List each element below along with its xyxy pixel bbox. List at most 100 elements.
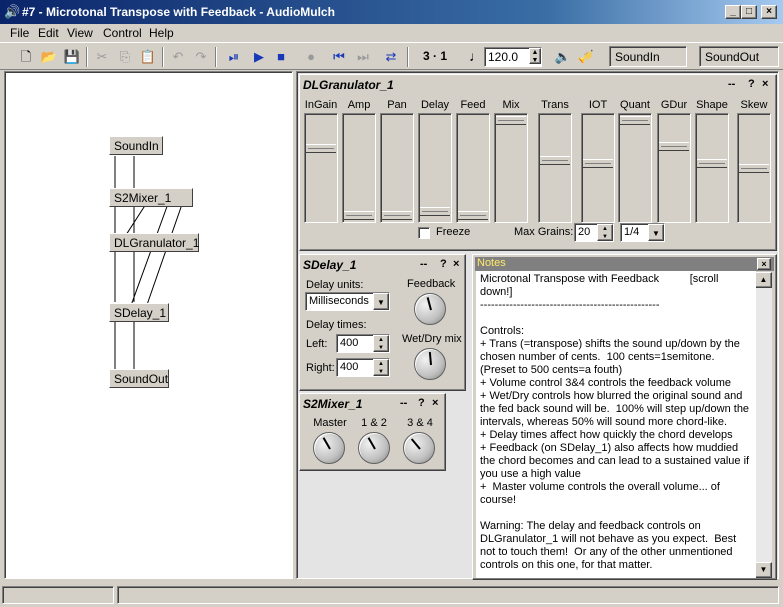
redo-icon[interactable]: ↷ — [190, 46, 212, 68]
quant-select-value: 1/4 — [624, 226, 640, 238]
slider-pan[interactable] — [380, 113, 414, 223]
input-device[interactable]: SoundIn — [609, 46, 687, 67]
slider-quant[interactable] — [618, 113, 652, 223]
tempo-spinner[interactable]: ▲ ▼ — [529, 48, 541, 64]
forward-icon[interactable]: ⏭ — [352, 46, 374, 68]
sdelay-close-button[interactable]: × — [453, 258, 459, 270]
rewind-icon[interactable]: ⏮ — [328, 46, 350, 68]
paste-icon[interactable]: 📋 — [137, 46, 159, 68]
delay-units-select[interactable]: Milliseconds ▼ — [305, 292, 390, 311]
copy-icon[interactable]: ⎘ — [114, 46, 136, 68]
save-icon[interactable]: 💾 — [61, 46, 83, 68]
mix12-knob[interactable] — [358, 432, 390, 464]
s2mixer-help-button[interactable]: ? — [418, 397, 425, 409]
s2mixer-close-button[interactable]: × — [432, 397, 438, 409]
chevron-down-icon[interactable]: ▼ — [648, 224, 664, 241]
slider-thumb[interactable] — [540, 156, 570, 165]
menu-help[interactable]: Help — [149, 26, 174, 40]
chevron-down-icon[interactable]: ▼ — [373, 293, 389, 310]
granulator-panel: DLGranulator_1 -- ? × InGain Amp Pan Delay F… — [299, 74, 777, 251]
slider-feed[interactable] — [456, 113, 490, 223]
patch-node-dlgranulator[interactable]: DLGranulator_1 — [109, 233, 199, 252]
slider-gdur[interactable] — [657, 113, 691, 223]
notes-text-area[interactable]: Microtonal Transpose with Feedback [scro… — [476, 271, 756, 578]
right-delay-field[interactable]: 400 ▲ ▼ — [336, 358, 390, 377]
delay-units-value: Milliseconds — [309, 295, 369, 307]
toolbar-separator — [215, 47, 217, 67]
slider-thumb[interactable] — [620, 116, 650, 125]
slider-shape[interactable] — [695, 113, 729, 223]
slider-thumb[interactable] — [420, 207, 450, 216]
new-icon[interactable]: 🗋 — [15, 46, 37, 68]
stop-icon[interactable]: ■ — [270, 46, 292, 68]
wetdry-knob[interactable] — [414, 348, 446, 380]
slider-skew[interactable] — [737, 113, 771, 223]
scroll-up-button[interactable]: ▲ — [755, 272, 772, 288]
mix34-knob[interactable] — [403, 432, 435, 464]
menu-file[interactable]: File — [10, 26, 29, 40]
slider-ingain[interactable] — [304, 113, 338, 223]
slider-thumb[interactable] — [344, 211, 374, 220]
scroll-down-button[interactable]: ▼ — [755, 562, 772, 578]
notes-close-button[interactable]: × — [757, 258, 771, 270]
patcher-pane[interactable]: SoundIn S2Mixer_1 DLGranulator_1 SDelay_… — [4, 71, 293, 579]
slider-label-pan: Pan — [387, 99, 407, 111]
slider-thumb[interactable] — [496, 116, 526, 125]
speaker-icon[interactable]: 🔊 — [4, 4, 20, 20]
left-delay-spinner[interactable]: ▲ ▼ — [373, 335, 389, 352]
toolbar-separator — [86, 47, 88, 67]
menu-edit[interactable]: Edit — [38, 26, 59, 40]
left-delay-field[interactable]: 400 ▲ ▼ — [336, 334, 390, 353]
slider-thumb[interactable] — [659, 142, 689, 151]
granulator-help-button[interactable]: ? — [748, 78, 755, 90]
slider-mix[interactable] — [494, 113, 528, 223]
slider-thumb[interactable] — [583, 159, 613, 168]
toolbar: 🗋 📂 💾 ✂ ⎘ 📋 ↶ ↷ ⏯ ▶ ■ ● ⏮ ⏭ ⇄ 3 · 1 ♩ 12… — [0, 42, 783, 70]
undo-icon[interactable]: ↶ — [167, 46, 189, 68]
notes-scrollbar[interactable]: ▲ ▼ — [755, 272, 772, 578]
slider-thumb[interactable] — [739, 164, 769, 173]
record-icon[interactable]: ● — [300, 46, 322, 68]
close-button[interactable]: × — [761, 5, 777, 19]
slider-delay[interactable] — [418, 113, 452, 223]
slider-trans[interactable] — [538, 113, 572, 223]
right-delay-spinner[interactable]: ▲ ▼ — [373, 359, 389, 376]
patch-node-soundout[interactable]: SoundOut — [109, 369, 169, 388]
slider-thumb[interactable] — [458, 211, 488, 220]
cut-icon[interactable]: ✂ — [91, 46, 113, 68]
master-knob[interactable] — [313, 432, 345, 464]
menu-view[interactable]: View — [67, 26, 93, 40]
maximize-button[interactable]: □ — [741, 5, 757, 19]
slider-iot[interactable] — [581, 113, 615, 223]
slider-thumb[interactable] — [697, 159, 727, 168]
max-grains-spinner[interactable]: ▲ ▼ — [597, 224, 613, 241]
open-icon[interactable]: 📂 — [38, 46, 60, 68]
minimize-button[interactable]: _ — [725, 5, 741, 19]
max-grains-field[interactable]: 20 ▲ ▼ — [574, 223, 614, 242]
patch-node-soundin[interactable]: SoundIn — [109, 136, 163, 155]
menu-control[interactable]: Control — [103, 26, 142, 40]
link-icon[interactable]: 🎺 — [575, 46, 597, 68]
master-knob-label: Master — [313, 417, 347, 429]
loop-icon[interactable]: ⇄ — [380, 46, 402, 68]
patch-node-s2mixer[interactable]: S2Mixer_1 — [109, 188, 193, 207]
s2mixer-minimize-button[interactable]: -- — [400, 397, 407, 409]
note-icon: ♩ — [469, 48, 483, 64]
slider-thumb[interactable] — [306, 144, 336, 153]
slider-thumb[interactable] — [382, 211, 412, 220]
sdelay-minimize-button[interactable]: -- — [420, 258, 427, 270]
patch-node-sdelay[interactable]: SDelay_1 — [109, 303, 169, 322]
play-start-icon[interactable]: ⏯ — [223, 46, 245, 68]
freeze-checkbox[interactable] — [418, 227, 430, 239]
granulator-close-button[interactable]: × — [762, 78, 768, 90]
tempo-field[interactable]: 120.0 ▲ ▼ — [484, 47, 542, 67]
volume-icon[interactable]: 🔈 — [552, 46, 574, 68]
slider-amp[interactable] — [342, 113, 376, 223]
granulator-minimize-button[interactable]: -- — [728, 78, 735, 90]
sdelay-help-button[interactable]: ? — [440, 258, 447, 270]
play-icon[interactable]: ▶ — [248, 46, 270, 68]
quant-select[interactable]: 1/4 ▼ — [620, 223, 665, 242]
mix34-knob-label: 3 & 4 — [407, 417, 433, 429]
output-device[interactable]: SoundOut — [699, 46, 779, 67]
feedback-knob[interactable] — [414, 293, 446, 325]
